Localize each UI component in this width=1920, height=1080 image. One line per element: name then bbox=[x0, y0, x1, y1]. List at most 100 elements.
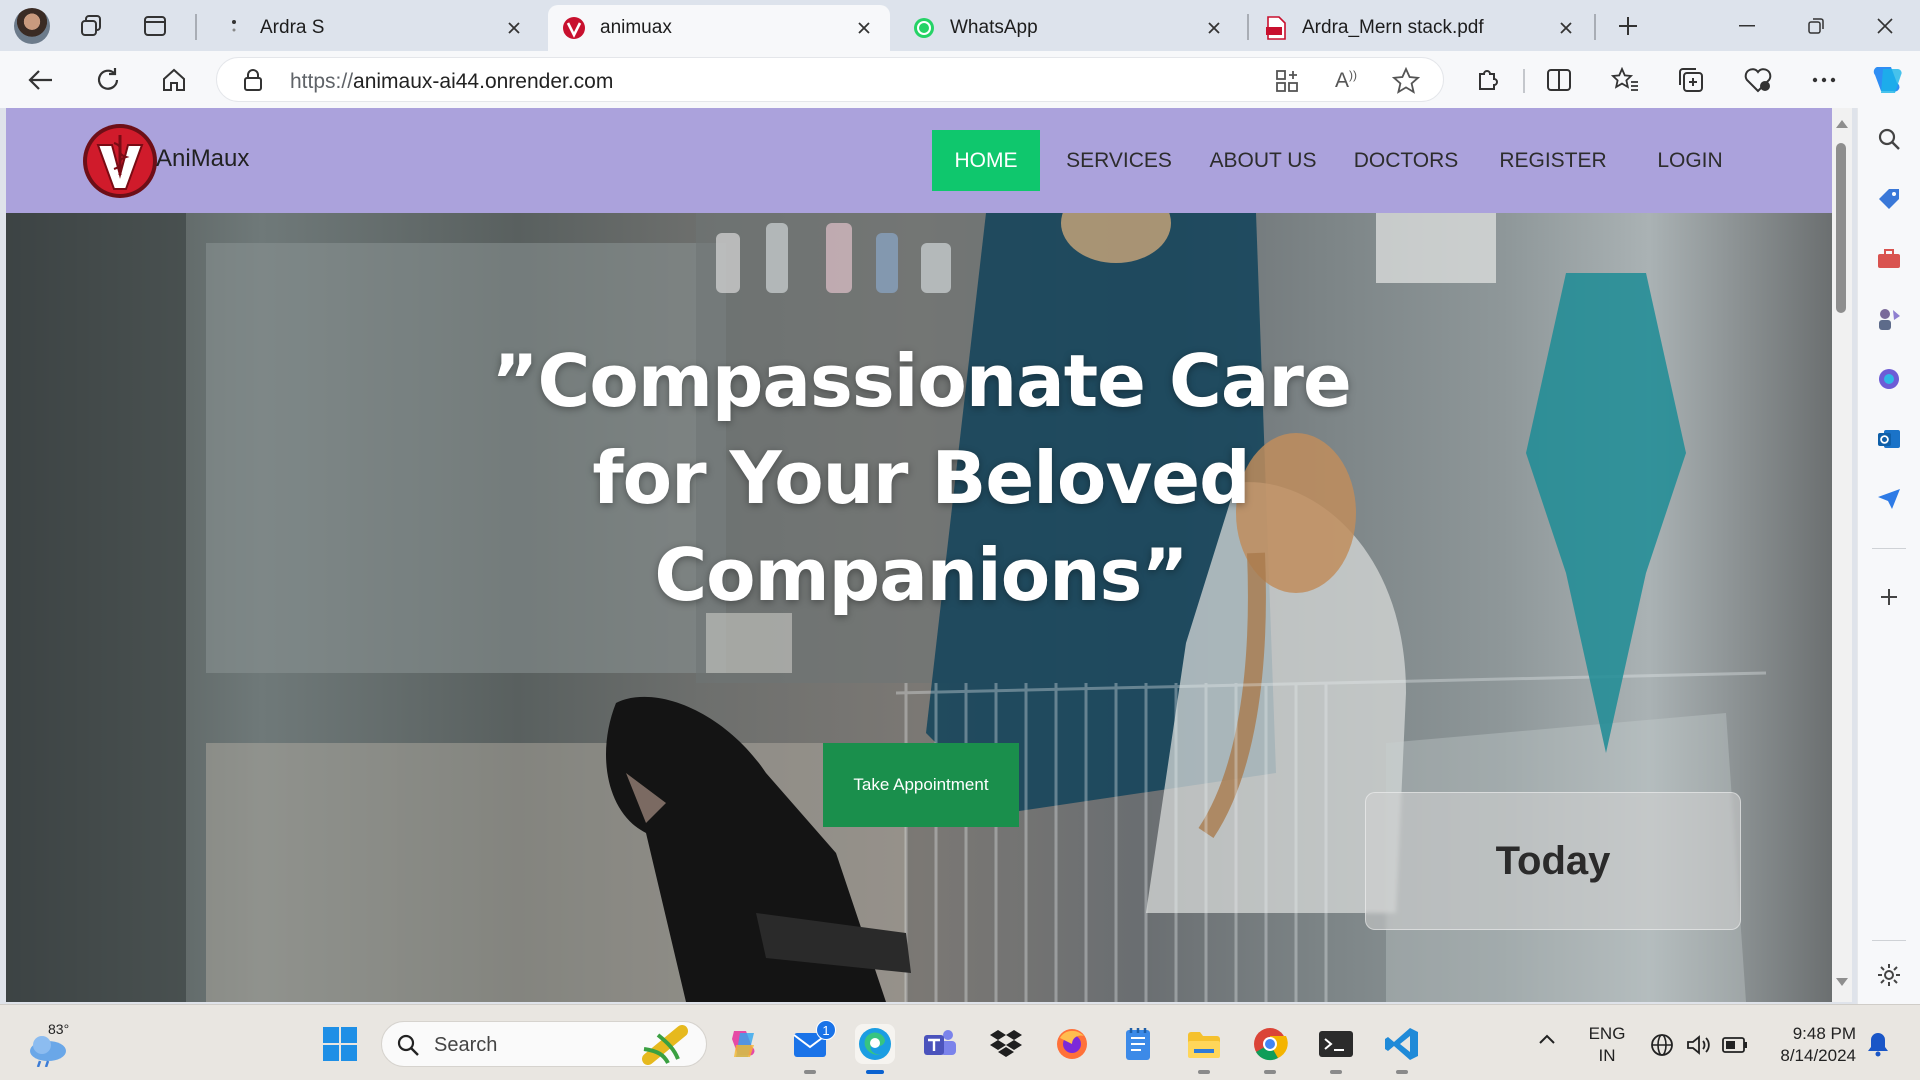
browser-tab-strip: Ardra S animuax WhatsApp Ardra_Mern stac… bbox=[0, 0, 1920, 51]
extensions-icon[interactable] bbox=[1470, 63, 1504, 97]
favorites-icon[interactable] bbox=[1608, 63, 1642, 97]
terminal-icon[interactable] bbox=[1316, 1024, 1356, 1074]
nav-doctors[interactable]: DOCTORS bbox=[1346, 130, 1466, 191]
clock-date: 8/14/2024 bbox=[1780, 1046, 1856, 1065]
running-indicator bbox=[1396, 1070, 1408, 1074]
animaux-logo[interactable] bbox=[82, 123, 158, 199]
close-tab-icon[interactable] bbox=[1554, 16, 1578, 40]
pdf-icon bbox=[1264, 16, 1288, 40]
scroll-up-icon[interactable] bbox=[1836, 118, 1848, 128]
workspaces-icon[interactable] bbox=[76, 10, 108, 42]
restore-icon[interactable] bbox=[1781, 0, 1851, 51]
send-icon[interactable] bbox=[1872, 482, 1906, 516]
edge-icon[interactable] bbox=[855, 1024, 895, 1074]
notification-bell-icon[interactable] bbox=[1866, 1031, 1890, 1057]
search-placeholder: Search bbox=[434, 1034, 498, 1056]
scroll-down-icon[interactable] bbox=[1836, 978, 1848, 988]
firefox-icon[interactable] bbox=[1052, 1024, 1092, 1064]
favorite-star-icon[interactable] bbox=[1392, 67, 1420, 95]
tab-whatsapp[interactable]: WhatsApp bbox=[898, 5, 1240, 51]
nav-home[interactable]: HOME bbox=[932, 130, 1040, 191]
scrollbar-thumb[interactable] bbox=[1836, 143, 1846, 313]
tab-title: animuax bbox=[600, 17, 672, 38]
dropbox-icon[interactable] bbox=[986, 1024, 1026, 1064]
url-scheme: https:// bbox=[290, 70, 354, 93]
battery-icon[interactable] bbox=[1722, 1035, 1748, 1055]
copilot-taskbar-icon[interactable] bbox=[724, 1024, 764, 1064]
split-screen-icon[interactable] bbox=[1542, 63, 1576, 97]
volume-icon[interactable] bbox=[1686, 1033, 1712, 1057]
tab-actions-icon[interactable] bbox=[139, 10, 171, 42]
close-window-icon[interactable] bbox=[1850, 0, 1920, 51]
notepad-icon[interactable] bbox=[1118, 1024, 1158, 1064]
start-windows-icon[interactable] bbox=[320, 1024, 360, 1064]
today-card: Today bbox=[1365, 792, 1741, 930]
corn-icon bbox=[642, 1025, 688, 1065]
weather-widget[interactable]: 83° bbox=[26, 1021, 86, 1067]
home-icon[interactable] bbox=[157, 63, 191, 97]
close-tab-icon[interactable] bbox=[1202, 16, 1226, 40]
vscode-icon[interactable] bbox=[1382, 1024, 1422, 1074]
close-tab-icon[interactable] bbox=[852, 16, 876, 40]
today-label: Today bbox=[1495, 838, 1611, 883]
refresh-icon[interactable] bbox=[91, 63, 125, 97]
mail-icon[interactable]: 1 bbox=[790, 1020, 836, 1074]
nav-services[interactable]: SERVICES bbox=[1054, 130, 1184, 191]
sidebar-settings-icon[interactable] bbox=[1872, 958, 1906, 992]
nav-about-us[interactable]: ABOUT US bbox=[1198, 130, 1328, 191]
headline-line: Companions” bbox=[654, 533, 1188, 617]
brand-name[interactable]: AniMaux bbox=[156, 145, 249, 173]
tab-ardra[interactable]: Ardra S bbox=[208, 5, 540, 51]
nav-register[interactable]: REGISTER bbox=[1488, 130, 1618, 191]
whatsapp-icon bbox=[912, 16, 936, 40]
copilot-icon[interactable] bbox=[1868, 61, 1906, 99]
close-tab-icon[interactable] bbox=[502, 16, 526, 40]
site-header: AniMaux HOME SERVICES ABOUT US DOCTORS R… bbox=[6, 108, 1832, 213]
url-text[interactable]: https://animaux-ai44.onrender.com bbox=[290, 70, 613, 94]
take-appointment-button[interactable]: Take Appointment bbox=[823, 743, 1019, 827]
address-bar[interactable]: https://animaux-ai44.onrender.com A)) bbox=[216, 57, 1444, 102]
animaux-logo-icon bbox=[562, 16, 586, 40]
file-explorer-icon[interactable] bbox=[1184, 1024, 1224, 1074]
tools-icon[interactable] bbox=[1872, 242, 1906, 276]
copilot-apps-icon[interactable] bbox=[1872, 362, 1906, 396]
teams-icon[interactable] bbox=[920, 1024, 960, 1064]
new-tab-icon[interactable] bbox=[1612, 10, 1644, 42]
browser-essentials-icon[interactable] bbox=[1741, 63, 1775, 97]
more-options-icon[interactable] bbox=[1807, 63, 1841, 97]
lock-icon[interactable] bbox=[243, 69, 263, 91]
hero-headline: ”Compassionate Care for Your Beloved Com… bbox=[336, 333, 1506, 624]
browser-toolbar: https://animaux-ai44.onrender.com A)) bbox=[0, 51, 1920, 108]
running-indicator bbox=[804, 1070, 816, 1074]
read-aloud-icon[interactable]: A)) bbox=[1335, 68, 1357, 93]
collections-icon[interactable] bbox=[1674, 63, 1708, 97]
app-available-icon[interactable] bbox=[1274, 68, 1300, 94]
windows-taskbar: 83° Search 1 ENG IN 9:48 PM 8/14/2024 bbox=[0, 1004, 1920, 1080]
profile-avatar[interactable] bbox=[14, 8, 50, 44]
hero-section: ”Compassionate Care for Your Beloved Com… bbox=[6, 213, 1832, 1002]
chrome-icon[interactable] bbox=[1250, 1024, 1290, 1074]
tab-pdf[interactable]: Ardra_Mern stack.pdf bbox=[1250, 5, 1592, 51]
running-indicator bbox=[866, 1070, 884, 1074]
outlook-icon[interactable] bbox=[1872, 422, 1906, 456]
lang-line1: ENG bbox=[1588, 1024, 1626, 1043]
shopping-tag-icon[interactable] bbox=[1872, 182, 1906, 216]
chevron-up-icon[interactable] bbox=[1538, 1033, 1556, 1045]
mail-badge: 1 bbox=[816, 1020, 836, 1040]
system-clock[interactable]: 9:48 PM 8/14/2024 bbox=[1764, 1023, 1856, 1067]
input-language[interactable]: ENG IN bbox=[1584, 1023, 1630, 1067]
dots-icon bbox=[222, 16, 246, 40]
games-icon[interactable] bbox=[1872, 302, 1906, 336]
taskbar-search[interactable]: Search bbox=[381, 1021, 707, 1067]
network-globe-icon[interactable] bbox=[1650, 1033, 1674, 1057]
lang-line2: IN bbox=[1598, 1046, 1616, 1065]
headline-line: ”Compassionate Care bbox=[491, 339, 1352, 423]
search-icon[interactable] bbox=[1872, 122, 1906, 156]
back-icon[interactable] bbox=[24, 63, 58, 97]
tab-animuax[interactable]: animuax bbox=[548, 5, 890, 51]
nav-login[interactable]: LOGIN bbox=[1640, 130, 1740, 191]
add-sidebar-app-icon[interactable] bbox=[1872, 580, 1906, 614]
running-indicator bbox=[1330, 1070, 1342, 1074]
minimize-icon[interactable] bbox=[1712, 0, 1782, 51]
running-indicator bbox=[1198, 1070, 1210, 1074]
